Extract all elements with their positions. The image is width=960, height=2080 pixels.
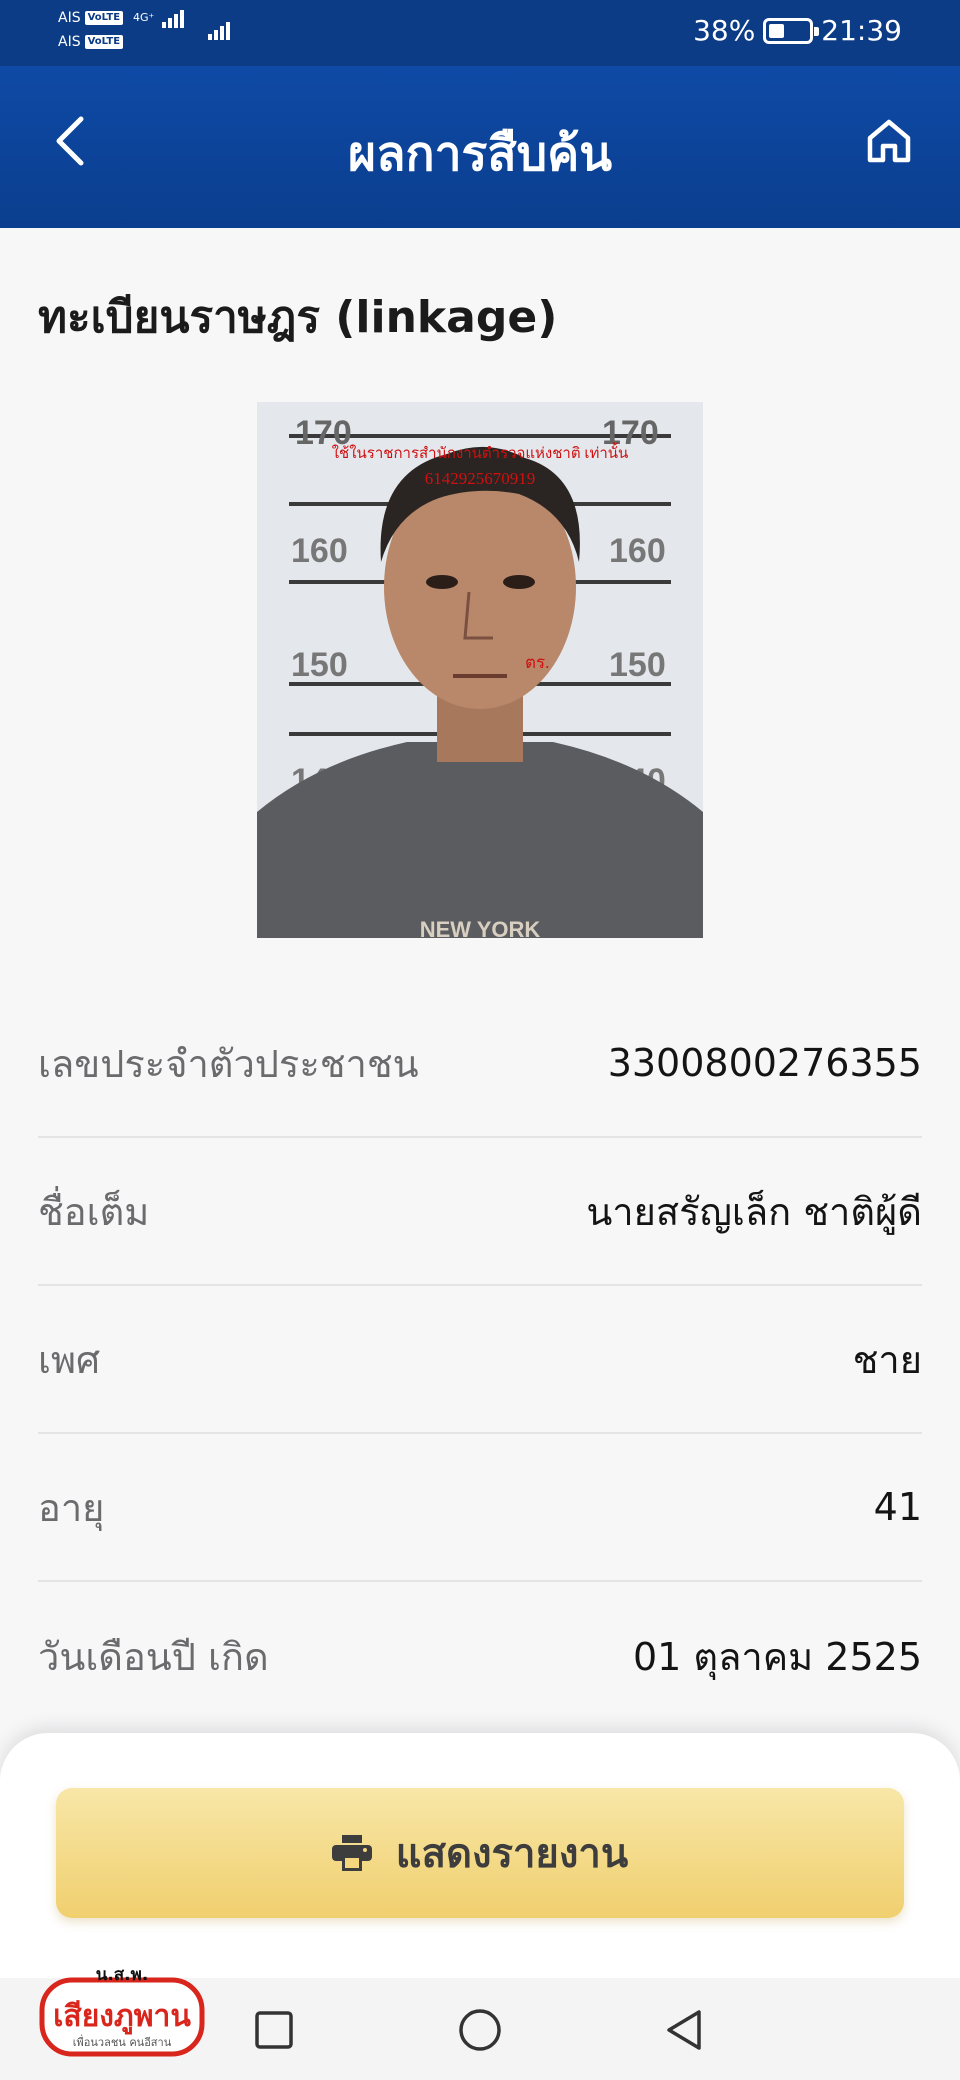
info-label: ชื่อเต็ม <box>38 1189 150 1234</box>
info-label: อายุ <box>38 1485 105 1530</box>
signal-icon-2 <box>208 20 230 40</box>
square-icon <box>255 2011 293 2049</box>
clock: 21:39 <box>821 14 902 47</box>
newspaper-logo-image: น.ส.พ. เสียงภูพาน เพื่อนวลชน คนอีสาน <box>39 1965 205 2057</box>
person-photo: 170 170 160 160 150 150 140 140 ใช้ในราช… <box>257 402 703 938</box>
show-report-label: แสดงรายงาน <box>395 1831 629 1877</box>
carrier-label-2: AIS <box>58 34 81 50</box>
home-icon <box>867 119 911 163</box>
chart-label: 150 <box>291 646 348 684</box>
recent-apps-button[interactable] <box>248 2004 300 2056</box>
info-label: เพศ <box>38 1337 101 1382</box>
logo-top-text: น.ส.พ. <box>96 1966 149 1985</box>
show-report-button[interactable]: แสดงรายงาน <box>56 1788 904 1918</box>
logo-sub-text: เพื่อนวลชน คนอีสาน <box>73 2034 172 2049</box>
circle-icon <box>459 2009 501 2051</box>
volte-badge-1: VoLTE <box>84 11 124 25</box>
newspaper-logo: น.ส.พ. เสียงภูพาน เพื่อนวลชน คนอีสาน <box>38 1965 206 2060</box>
info-value: 41 <box>873 1485 922 1529</box>
home-button[interactable] <box>858 110 920 172</box>
info-row-gender: เพศ ชาย <box>38 1286 922 1434</box>
triangle-back-icon <box>667 2010 701 2050</box>
mugshot-image: 170 170 160 160 150 150 140 140 ใช้ในราช… <box>257 402 703 938</box>
back-nav-button[interactable] <box>658 2004 710 2056</box>
home-nav-button[interactable] <box>454 2004 506 2056</box>
volte-badge-2: VoLTE <box>84 35 124 49</box>
bottom-sheet: แสดงรายงาน <box>0 1733 960 1978</box>
chart-label: 150 <box>609 646 666 684</box>
photo-stamp-line2: 6142925670919 <box>425 469 536 488</box>
info-value: นายสรัญเล็ก ชาติผู้ดี <box>586 1189 922 1234</box>
info-row-full-name: ชื่อเต็ม นายสรัญเล็ก ชาติผู้ดี <box>38 1138 922 1286</box>
printer-icon <box>331 1835 372 1871</box>
section-title: ทะเบียนราษฎร (linkage) <box>38 292 558 343</box>
info-value: 01 ตุลาคม 2525 <box>633 1634 922 1679</box>
info-value: 3300800276355 <box>607 1041 922 1085</box>
network-type: 4G⁺ <box>133 11 155 24</box>
info-row-birthdate: วันเดือนปี เกิด 01 ตุลาคม 2525 <box>38 1582 922 1730</box>
logo-main-text: เสียงภูพาน <box>53 1999 191 2035</box>
info-row-citizen-id: เลขประจำตัวประชาชน 3300800276355 <box>38 990 922 1138</box>
app-header: ผลการสืบค้น <box>0 66 960 228</box>
info-row-age: อายุ 41 <box>38 1434 922 1582</box>
photo-stamp-mark: ตร. <box>525 653 549 672</box>
battery-icon <box>763 17 820 44</box>
info-list: เลขประจำตัวประชาชน 3300800276355 ชื่อเต็… <box>38 990 922 1730</box>
signal-icon <box>162 8 185 28</box>
info-label: เลขประจำตัวประชาชน <box>38 1041 419 1086</box>
info-value: ชาย <box>852 1337 922 1382</box>
chart-label: 160 <box>609 532 666 570</box>
status-bar: AIS VoLTE 4G⁺ AIS VoLTE 38% 21:39 <box>0 0 960 66</box>
carrier-label-1: AIS <box>58 10 81 26</box>
battery-percent: 38% <box>693 14 756 47</box>
shirt-print: NEW YORK <box>420 917 541 938</box>
chart-label: 160 <box>291 532 348 570</box>
info-label: วันเดือนปี เกิด <box>38 1634 269 1679</box>
carrier-info: AIS VoLTE 4G⁺ AIS VoLTE <box>58 6 185 54</box>
page-title: ผลการสืบค้น <box>347 126 613 182</box>
